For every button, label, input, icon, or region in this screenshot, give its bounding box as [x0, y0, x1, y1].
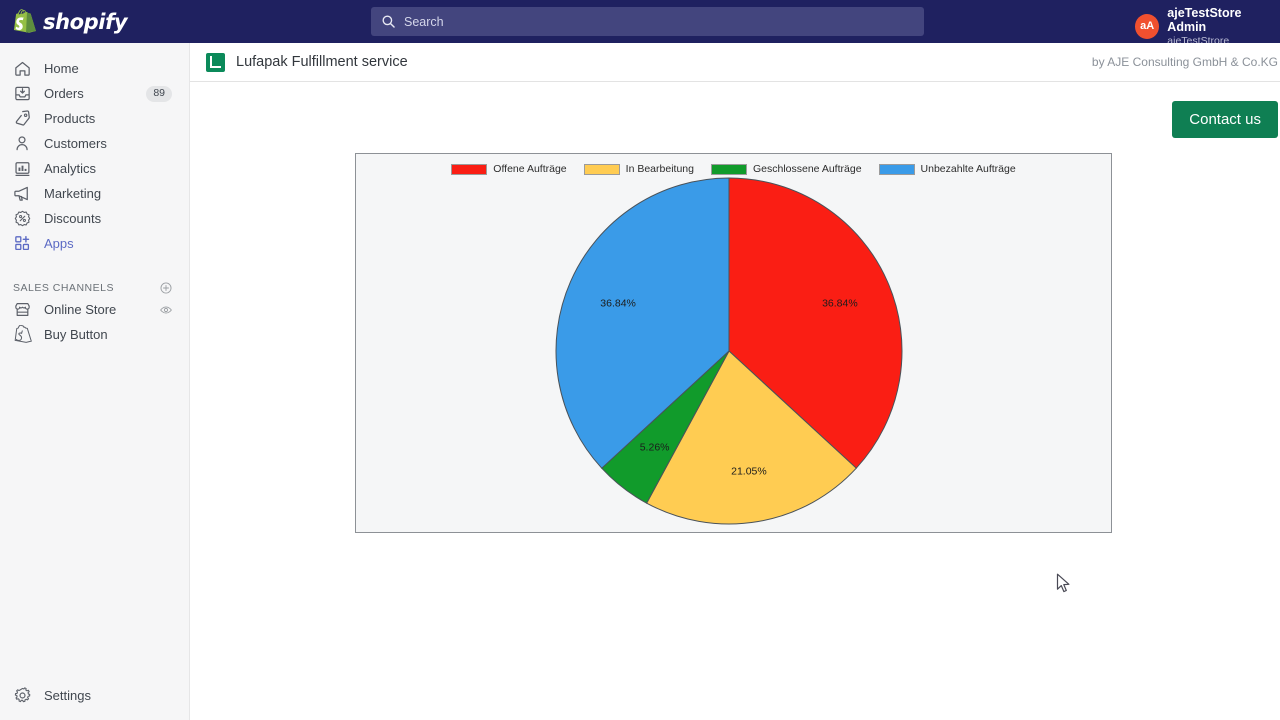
sidebar-item-orders[interactable]: Orders 89	[0, 81, 181, 106]
sidebar-item-buy-button[interactable]: Buy Button	[0, 322, 189, 347]
sidebar-item-label: Analytics	[44, 161, 97, 176]
sidebar-item-label: Apps	[44, 236, 74, 251]
legend-label: In Bearbeitung	[625, 163, 694, 175]
pie-chart: 36.84% 21.05% 5.26% 36.84%	[356, 175, 1111, 525]
sidebar-item-label: Online Store	[44, 302, 117, 317]
sales-channels-title: SALES CHANNELS	[13, 282, 114, 294]
legend-label: Offene Aufträge	[493, 163, 567, 175]
user-name: ajeTestStore Admin	[1167, 6, 1242, 35]
sidebar-item-online-store[interactable]: Online Store	[0, 297, 189, 322]
chart-legend: Offene Aufträge In Bearbeitung Geschloss…	[356, 154, 1111, 175]
gear-icon	[14, 687, 31, 703]
sidebar-item-products[interactable]: Products	[0, 106, 181, 131]
legend-label: Unbezahlte Aufträge	[920, 163, 1016, 175]
orders-count-badge: 89	[146, 85, 172, 102]
sidebar-item-label: Marketing	[44, 186, 102, 201]
top-bar: shopify Search aA ajeTestStore Admin aje…	[0, 0, 1280, 47]
legend-item-in-bearbeitung[interactable]: In Bearbeitung	[583, 163, 694, 175]
sidebar-item-analytics[interactable]: Analytics	[0, 156, 181, 181]
legend-item-geschlossene-auftraege[interactable]: Geschlossene Aufträge	[710, 163, 862, 175]
avatar: aA	[1135, 13, 1160, 39]
pie-slice-label: 5.26%	[639, 442, 669, 454]
lufapak-logo-icon	[206, 52, 225, 72]
sidebar-item-discounts[interactable]: Discounts	[0, 206, 181, 231]
orders-icon	[15, 86, 30, 101]
legend-item-offene-auftraege[interactable]: Offene Aufträge	[451, 163, 567, 175]
sidebar-item-label: Buy Button	[44, 327, 108, 342]
legend-swatch	[583, 163, 620, 175]
sidebar-item-label: Products	[44, 111, 96, 126]
legend-label: Geschlossene Aufträge	[752, 163, 862, 175]
sidebar-item-home[interactable]: Home	[0, 56, 181, 81]
analytics-bars-icon	[15, 162, 30, 176]
sidebar-item-label: Customers	[44, 136, 107, 151]
customers-person-icon	[16, 136, 28, 151]
sidebar-item-settings[interactable]: Settings	[0, 683, 91, 708]
eye-icon[interactable]	[159, 303, 173, 317]
sidebar-item-customers[interactable]: Customers	[0, 131, 181, 156]
sidebar-item-label: Discounts	[44, 211, 102, 226]
contact-row: Contact us	[190, 82, 1280, 138]
sidebar: Home Orders 89 Products Customers Analyt…	[0, 43, 190, 720]
pie-slice-label: 36.84%	[600, 297, 636, 309]
pie-slice-label: 21.05%	[731, 465, 767, 477]
shopify-bag-icon	[14, 325, 32, 343]
products-tag-icon	[15, 110, 30, 126]
discounts-percent-icon	[14, 210, 31, 227]
sidebar-item-label: Settings	[44, 688, 91, 703]
pie-chart-svg[interactable]: 36.84% 21.05% 5.26% 36.84%	[554, 177, 914, 525]
legend-item-unbezahlte-auftraege[interactable]: Unbezahlte Aufträge	[878, 163, 1016, 175]
app-byline: by AJE Consulting GmbH & Co.KG	[1091, 55, 1278, 69]
legend-swatch	[451, 163, 488, 175]
legend-swatch	[878, 163, 915, 175]
app-content-area: Lufapak Fulfillment service by AJE Consu…	[190, 43, 1280, 720]
sidebar-nav: Home Orders 89 Products Customers Analyt…	[0, 56, 189, 256]
apps-grid-plus-icon	[15, 236, 30, 251]
marketing-megaphone-icon	[14, 186, 28, 201]
legend-swatch	[710, 163, 747, 175]
home-icon	[15, 61, 30, 76]
app-title: Lufapak Fulfillment service	[236, 54, 408, 70]
user-menu[interactable]: aA ajeTestStore Admin ajeTestStrore	[0, 6, 1280, 47]
app-header: Lufapak Fulfillment service by AJE Consu…	[190, 43, 1280, 82]
pie-slice-label: 36.84%	[822, 297, 858, 309]
storefront-icon	[15, 303, 30, 316]
sidebar-item-label: Home	[44, 61, 79, 76]
contact-us-button[interactable]: Contact us	[1172, 101, 1278, 138]
sidebar-item-apps[interactable]: Apps	[0, 231, 181, 256]
orders-pie-chart-card: Offene Aufträge In Bearbeitung Geschloss…	[355, 153, 1112, 533]
sales-channels-header: SALES CHANNELS	[0, 279, 189, 297]
plus-circle-icon[interactable]	[159, 281, 173, 295]
sidebar-item-marketing[interactable]: Marketing	[0, 181, 181, 206]
sidebar-item-label: Orders	[44, 86, 84, 101]
